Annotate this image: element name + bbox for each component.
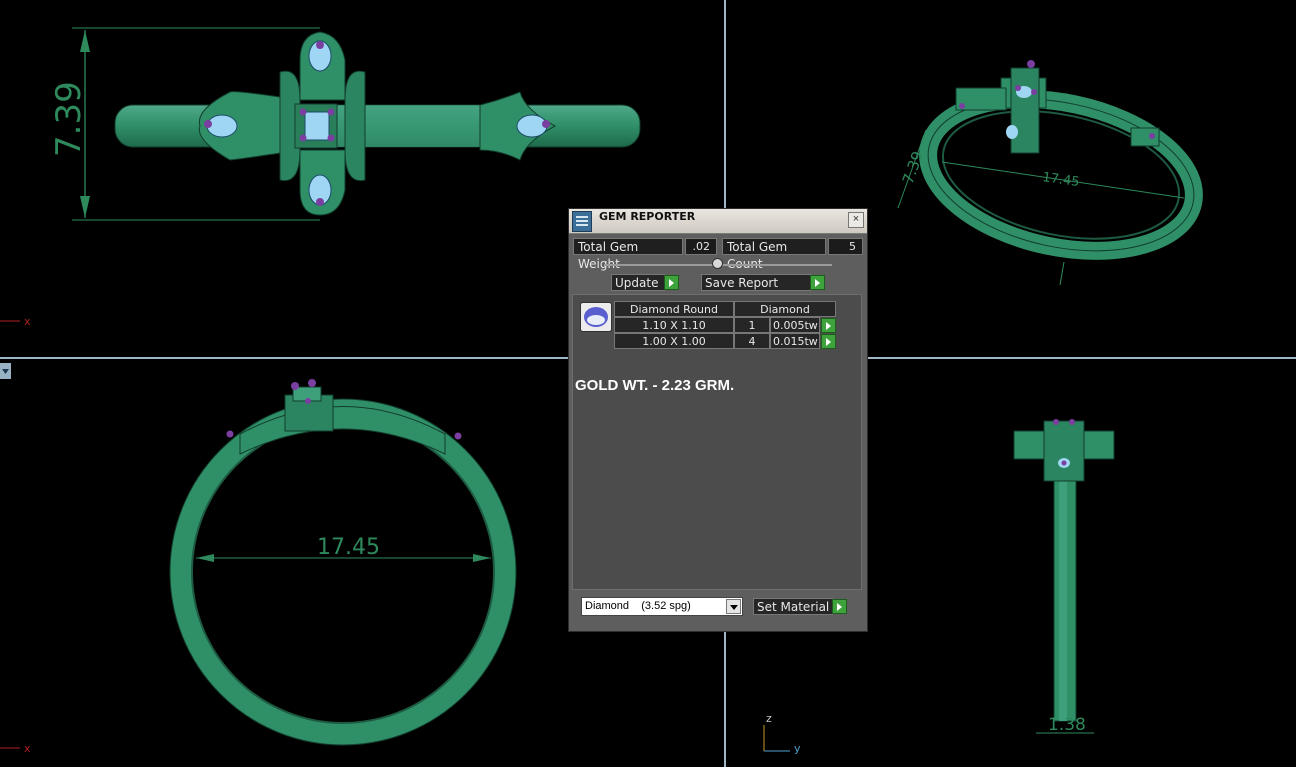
row-1-go-icon[interactable]	[821, 318, 836, 333]
material-select-value: Diamond (3.52 spg)	[585, 600, 691, 612]
table-header-stone: Diamond	[734, 301, 836, 317]
update-button[interactable]: Update	[611, 274, 665, 291]
total-gem-count-label: Total Gem Count	[722, 238, 826, 271]
panel-slider-handle[interactable]	[712, 258, 723, 269]
row-2-weight: 0.015tw	[770, 333, 820, 349]
set-material-go-icon[interactable]	[832, 599, 847, 614]
update-go-icon[interactable]	[664, 275, 679, 290]
row-2-count: 4	[734, 333, 770, 349]
panel-titlebar[interactable]: GEM REPORTER ×	[569, 209, 867, 234]
dimension-diameter-label: 17.45	[1041, 170, 1080, 190]
row-1-count: 1	[734, 317, 770, 333]
set-material-button[interactable]: Set Material	[753, 598, 833, 615]
total-gem-weight-label: Total Gem Weight	[573, 238, 683, 271]
gem-reporter-panel: GEM REPORTER × Total Gem Weight .02 Tota…	[568, 208, 868, 632]
save-report-button[interactable]: Save Report	[701, 274, 811, 291]
dimension-height-label: 7.39	[49, 81, 89, 157]
table-header-shape: Diamond Round	[614, 301, 734, 317]
save-report-go-icon[interactable]	[810, 275, 825, 290]
axis-x-label: x	[24, 742, 31, 755]
chevron-down-icon[interactable]	[726, 599, 741, 614]
row-2-go-icon[interactable]	[821, 334, 836, 349]
gem-reporter-icon	[572, 211, 592, 232]
total-gem-count-value: 5	[828, 238, 863, 255]
diamond-round-icon	[580, 302, 612, 332]
material-select[interactable]: Diamond (3.52 spg)	[581, 597, 743, 616]
gem-list[interactable]: Diamond Round Diamond 1.10 X 1.10 1 0.00…	[572, 294, 862, 590]
gold-weight-note: GOLD WT. - 2.23 GRM.	[575, 377, 735, 394]
axis-y-label: y	[794, 742, 801, 755]
dimension-width-label: 1.38	[1048, 715, 1086, 735]
axis-z-label: z	[766, 712, 772, 725]
close-button[interactable]: ×	[848, 212, 864, 228]
dimension-diameter-label: 17.45	[317, 535, 380, 560]
row-1-size: 1.10 X 1.10	[614, 317, 734, 333]
panel-title: GEM REPORTER	[599, 210, 696, 223]
axis-x-label: x	[24, 315, 31, 328]
total-gem-weight-value: .02	[685, 238, 717, 255]
row-2-size: 1.00 X 1.00	[614, 333, 734, 349]
row-1-weight: 0.005tw	[770, 317, 820, 333]
